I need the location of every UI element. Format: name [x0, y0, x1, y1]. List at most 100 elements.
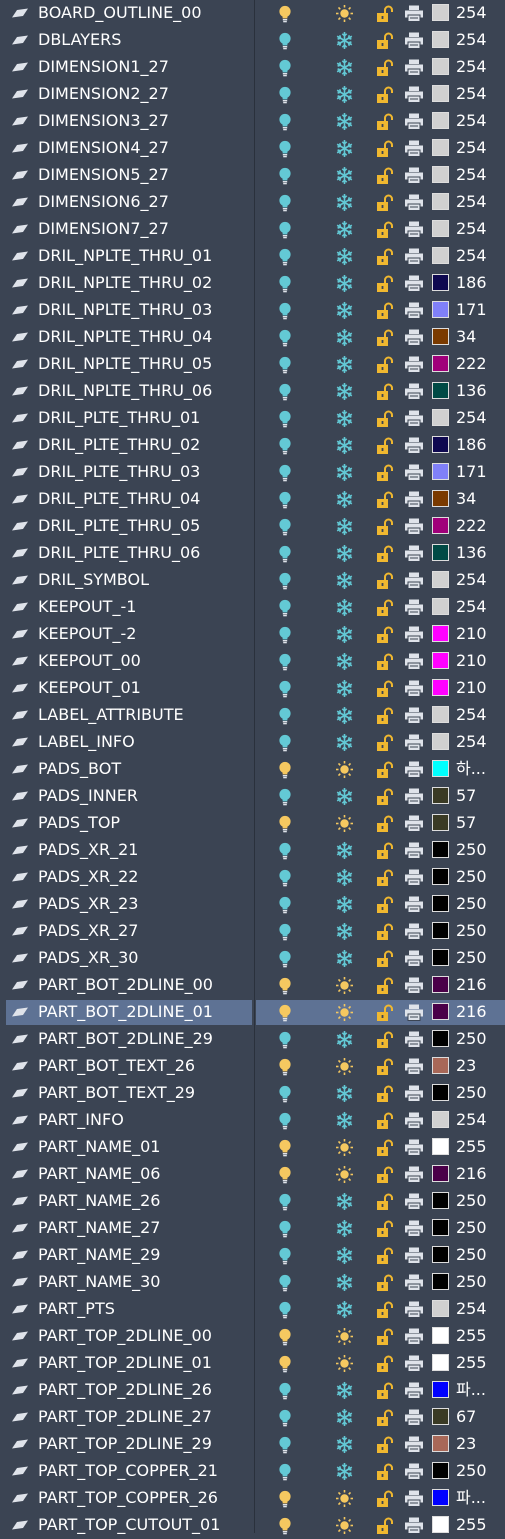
printer-icon[interactable] [404, 491, 424, 508]
color-label[interactable]: 34 [456, 489, 476, 509]
lightbulb-off-icon[interactable] [278, 1301, 292, 1319]
unlock-icon[interactable] [376, 1328, 394, 1346]
snowflake-icon[interactable] [335, 409, 354, 428]
color-swatch[interactable] [432, 463, 449, 480]
layer-row[interactable]: LABEL_INFO 254 [0, 729, 505, 756]
printer-icon[interactable] [404, 1490, 424, 1507]
layer-row[interactable]: PART_TOP_2DLINE_00 255 [0, 1323, 505, 1350]
printer-icon[interactable] [404, 221, 424, 238]
lightbulb-off-icon[interactable] [278, 32, 292, 50]
lightbulb-off-icon[interactable] [278, 680, 292, 698]
lightbulb-off-icon[interactable] [278, 383, 292, 401]
color-label[interactable]: 67 [456, 1407, 476, 1427]
unlock-icon[interactable] [376, 518, 394, 536]
unlock-icon[interactable] [376, 1247, 394, 1265]
layer-row[interactable]: PART_BOT_2DLINE_00 216 [0, 972, 505, 999]
lightbulb-off-icon[interactable] [278, 59, 292, 77]
color-swatch[interactable] [432, 382, 449, 399]
layer-row[interactable]: PART_NAME_01 255 [0, 1134, 505, 1161]
color-swatch[interactable] [432, 409, 449, 426]
printer-icon[interactable] [404, 518, 424, 535]
layer-row[interactable]: PART_PTS 254 [0, 1296, 505, 1323]
snowflake-icon[interactable] [335, 949, 354, 968]
sun-icon[interactable] [335, 814, 354, 833]
unlock-icon[interactable] [376, 599, 394, 617]
lightbulb-off-icon[interactable] [278, 1112, 292, 1130]
color-label[interactable]: 216 [456, 1164, 487, 1184]
layer-row[interactable]: PADS_XR_22 250 [0, 864, 505, 891]
color-label[interactable]: 216 [456, 1002, 487, 1022]
lightbulb-off-icon[interactable] [278, 1436, 292, 1454]
lightbulb-off-icon[interactable] [278, 950, 292, 968]
snowflake-icon[interactable] [335, 625, 354, 644]
layer-row[interactable]: DRIL_NPLTE_THRU_03 171 [0, 297, 505, 324]
layer-row[interactable]: PADS_BOT 하... [0, 756, 505, 783]
printer-icon[interactable] [404, 1031, 424, 1048]
printer-icon[interactable] [404, 194, 424, 211]
sun-icon[interactable] [335, 1354, 354, 1373]
snowflake-icon[interactable] [335, 895, 354, 914]
color-swatch[interactable] [432, 4, 449, 21]
printer-icon[interactable] [404, 329, 424, 346]
unlock-icon[interactable] [376, 1517, 394, 1535]
color-label[interactable]: 파... [456, 1380, 486, 1400]
color-label[interactable]: 255 [456, 1326, 487, 1346]
lightbulb-off-icon[interactable] [278, 86, 292, 104]
sun-icon[interactable] [335, 1327, 354, 1346]
unlock-icon[interactable] [376, 86, 394, 104]
snowflake-icon[interactable] [335, 544, 354, 563]
unlock-icon[interactable] [376, 1436, 394, 1454]
unlock-icon[interactable] [376, 1409, 394, 1427]
color-label[interactable]: 216 [456, 975, 487, 995]
layer-row[interactable]: PADS_XR_27 250 [0, 918, 505, 945]
layer-row[interactable]: PADS_INNER 57 [0, 783, 505, 810]
snowflake-icon[interactable] [335, 193, 354, 212]
lightbulb-on-icon[interactable] [278, 1517, 292, 1535]
unlock-icon[interactable] [376, 1193, 394, 1211]
color-label[interactable]: 250 [456, 1191, 487, 1211]
color-swatch[interactable] [432, 922, 449, 939]
color-label[interactable]: 23 [456, 1434, 476, 1454]
color-swatch[interactable] [432, 895, 449, 912]
color-label[interactable]: 255 [456, 1137, 487, 1157]
lightbulb-off-icon[interactable] [278, 734, 292, 752]
unlock-icon[interactable] [376, 59, 394, 77]
layer-row[interactable]: DIMENSION2_27 254 [0, 81, 505, 108]
printer-icon[interactable] [404, 599, 424, 616]
color-swatch[interactable] [432, 571, 449, 588]
color-swatch[interactable] [432, 598, 449, 615]
layer-row[interactable]: PADS_XR_21 250 [0, 837, 505, 864]
color-swatch[interactable] [432, 85, 449, 102]
lightbulb-off-icon[interactable] [278, 1409, 292, 1427]
snowflake-icon[interactable] [335, 571, 354, 590]
unlock-icon[interactable] [376, 896, 394, 914]
unlock-icon[interactable] [376, 329, 394, 347]
printer-icon[interactable] [404, 464, 424, 481]
color-label[interactable]: 254 [456, 1299, 487, 1319]
layer-row[interactable]: PART_NAME_06 216 [0, 1161, 505, 1188]
layer-row[interactable]: PART_BOT_TEXT_26 23 [0, 1053, 505, 1080]
printer-icon[interactable] [404, 275, 424, 292]
snowflake-icon[interactable] [335, 1273, 354, 1292]
color-swatch[interactable] [432, 1030, 449, 1047]
layer-row[interactable]: DRIL_SYMBOL 254 [0, 567, 505, 594]
snowflake-icon[interactable] [335, 679, 354, 698]
unlock-icon[interactable] [376, 788, 394, 806]
unlock-icon[interactable] [376, 1139, 394, 1157]
printer-icon[interactable] [404, 1409, 424, 1426]
printer-icon[interactable] [404, 545, 424, 562]
printer-icon[interactable] [404, 140, 424, 157]
color-swatch[interactable] [432, 1192, 449, 1209]
snowflake-icon[interactable] [335, 598, 354, 617]
unlock-icon[interactable] [376, 842, 394, 860]
color-swatch[interactable] [432, 112, 449, 129]
layer-row[interactable]: DRIL_PLTE_THRU_03 171 [0, 459, 505, 486]
color-label[interactable]: 136 [456, 543, 487, 563]
printer-icon[interactable] [404, 626, 424, 643]
unlock-icon[interactable] [376, 626, 394, 644]
color-swatch[interactable] [432, 787, 449, 804]
color-label[interactable]: 171 [456, 462, 487, 482]
layer-row[interactable]: PART_TOP_COPPER_26 파... [0, 1485, 505, 1512]
printer-icon[interactable] [404, 1328, 424, 1345]
layer-row[interactable]: PART_TOP_2DLINE_27 67 [0, 1404, 505, 1431]
